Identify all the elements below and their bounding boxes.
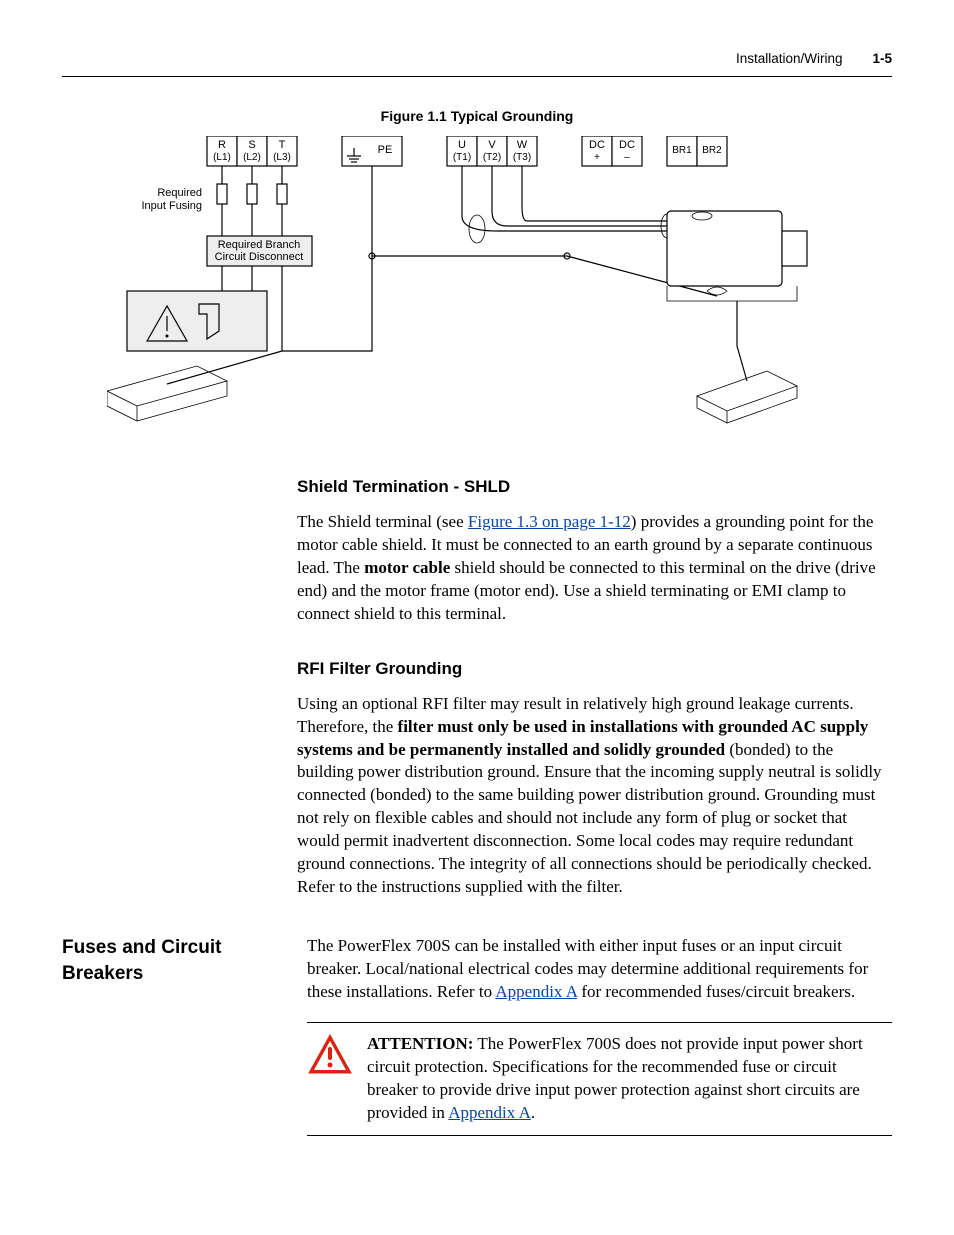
term-br2: BR2 [702,145,722,156]
term-s: S [248,139,255,151]
attention-box: ATTENTION: The PowerFlex 700S does not p… [307,1022,892,1136]
term-dcp: DC [589,139,605,151]
figure-caption: Figure 1.1 Typical Grounding [62,107,892,126]
attention-text-b: . [531,1103,535,1122]
attention-label: ATTENTION: [367,1034,473,1053]
shld-paragraph: The Shield terminal (see Figure 1.3 on p… [297,511,892,626]
attention-appendix-link[interactable]: Appendix A [448,1103,531,1122]
attention-icon [307,1033,353,1075]
term-t-sub: (L3) [273,152,291,163]
rfi-heading: RFI Filter Grounding [297,658,892,681]
attention-text: ATTENTION: The PowerFlex 700S does not p… [367,1033,888,1125]
motor-icon [667,211,807,381]
term-dcm: DC [619,139,635,151]
fuses-section: Fuses and Circuit Breakers The PowerFlex… [62,935,892,1136]
shld-heading: Shield Termination - SHLD [297,476,892,499]
label-required-branch-1: Required Branch [218,239,301,251]
term-w-sub: (T3) [513,152,531,163]
shld-text-a: The Shield terminal (see [297,512,468,531]
term-u-sub: (T1) [453,152,471,163]
shield-termination-section: Shield Termination - SHLD The Shield ter… [297,476,892,899]
header-section: Installation/Wiring [736,50,843,68]
fuses-paragraph: The PowerFlex 700S can be installed with… [307,935,892,1004]
label-required-branch-2: Circuit Disconnect [215,251,304,263]
figure-typical-grounding: .tb { fill:#fff; stroke:#000; stroke-wid… [107,136,847,436]
term-s-sub: (L2) [243,152,261,163]
page: Installation/Wiring 1-5 Figure 1.1 Typic… [0,0,954,1235]
shld-figure-link[interactable]: Figure 1.3 on page 1-12 [468,512,631,531]
label-required-fusing-1: Required [157,187,202,199]
shld-bold: motor cable [364,558,450,577]
term-t: T [279,139,286,151]
term-dcp-sub: + [594,152,600,163]
term-br1: BR1 [672,145,692,156]
term-dcm-sub: – [624,152,630,163]
term-r: R [218,139,226,151]
fuses-heading: Fuses and Circuit Breakers [62,935,307,986]
term-w: W [517,139,528,151]
header-page-number: 1-5 [872,50,892,68]
rfi-text-b: (bonded) to the building power distribut… [297,740,882,897]
fuses-appendix-link[interactable]: Appendix A [495,982,577,1001]
term-pe: PE [378,144,393,156]
term-v-sub: (T2) [483,152,501,163]
term-u: U [458,139,466,151]
label-required-fusing-2: Input Fusing [141,200,202,212]
term-v: V [488,139,496,151]
term-r-sub: (L1) [213,152,231,163]
ground-beam-right-icon [697,371,797,423]
rfi-paragraph: Using an optional RFI filter may result … [297,693,892,899]
fuses-text-b: for recommended fuses/circuit breakers. [577,982,855,1001]
ground-beam-left-icon [107,366,227,421]
running-header: Installation/Wiring 1-5 [62,50,892,77]
